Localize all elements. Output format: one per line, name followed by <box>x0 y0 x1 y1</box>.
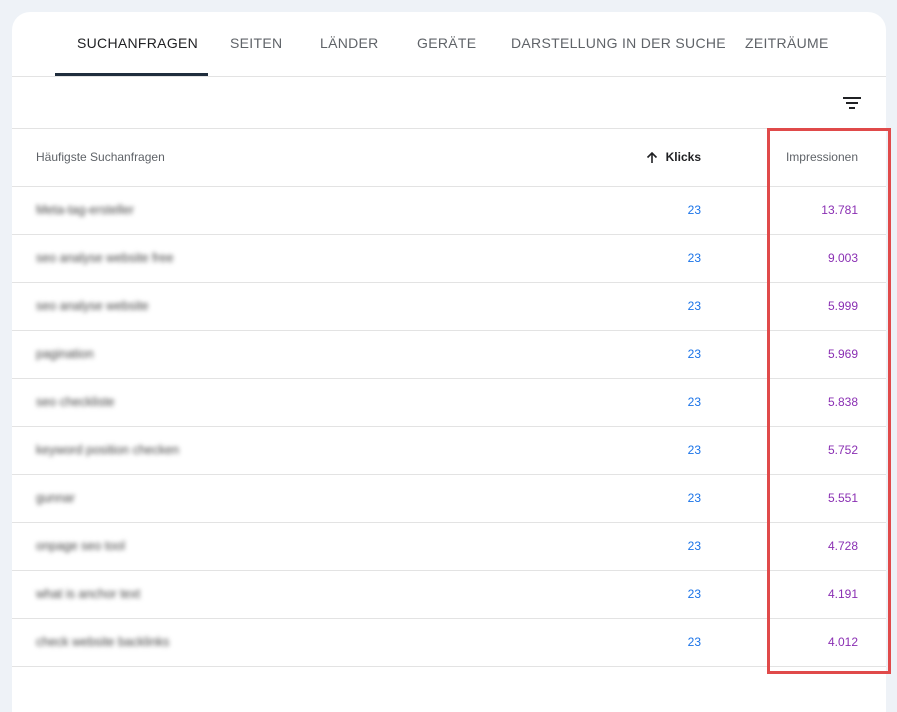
query-cell: seo analyse website <box>36 299 149 313</box>
table-row[interactable]: pagination 23 5.969 <box>12 331 886 379</box>
table-row[interactable]: what is anchor text 23 4.191 <box>12 571 886 619</box>
query-cell: seo checkliste <box>36 395 115 409</box>
table-row[interactable]: Meta-tag-ersteller 23 13.781 <box>12 187 886 235</box>
impressions-cell: 4.012 <box>827 635 858 649</box>
impressions-cell: 9.003 <box>827 251 858 265</box>
clicks-cell: 23 <box>687 395 701 409</box>
column-header-clicks[interactable]: Klicks <box>646 129 701 186</box>
report-tabs: SUCHANFRAGEN SEITEN LÄNDER GERÄTE DARSTE… <box>12 12 886 77</box>
query-cell: check website backlinks <box>36 635 170 649</box>
column-header-impressions[interactable]: Impressionen <box>786 129 858 186</box>
query-cell: pagination <box>36 347 94 361</box>
impressions-cell: 4.191 <box>827 587 858 601</box>
query-cell: gunnar <box>36 491 75 505</box>
clicks-cell: 23 <box>687 203 701 217</box>
clicks-cell: 23 <box>687 539 701 553</box>
column-header-query[interactable]: Häufigste Suchanfragen <box>36 129 165 186</box>
clicks-cell: 23 <box>687 443 701 457</box>
filter-button[interactable] <box>838 89 866 117</box>
tab-zeitraeume[interactable]: ZEITRÄUME <box>745 12 829 76</box>
query-cell: what is anchor text <box>36 587 141 601</box>
tab-geraete[interactable]: GERÄTE <box>417 12 476 76</box>
clicks-cell: 23 <box>687 635 701 649</box>
clicks-cell: 23 <box>687 251 701 265</box>
query-cell: Meta-tag-ersteller <box>36 203 134 217</box>
query-cell: keyword position checken <box>36 443 180 457</box>
table-row[interactable]: check website backlinks 23 4.012 <box>12 619 886 667</box>
table-row[interactable]: gunnar 23 5.551 <box>12 475 886 523</box>
table-row[interactable]: seo analyse website free 23 9.003 <box>12 235 886 283</box>
impressions-cell: 5.752 <box>827 443 858 457</box>
impressions-cell: 4.728 <box>827 539 858 553</box>
tab-suchanfragen[interactable]: SUCHANFRAGEN <box>77 12 198 76</box>
clicks-cell: 23 <box>687 587 701 601</box>
query-cell: seo analyse website free <box>36 251 174 265</box>
table-row[interactable]: seo checkliste 23 5.838 <box>12 379 886 427</box>
active-tab-indicator <box>55 73 208 76</box>
table-row[interactable]: onpage seo tool 23 4.728 <box>12 523 886 571</box>
performance-report-card: SUCHANFRAGEN SEITEN LÄNDER GERÄTE DARSTE… <box>12 12 886 712</box>
impressions-cell: 5.999 <box>827 299 858 313</box>
impressions-cell: 5.969 <box>827 347 858 361</box>
clicks-cell: 23 <box>687 491 701 505</box>
arrow-up-icon <box>646 151 657 163</box>
clicks-cell: 23 <box>687 347 701 361</box>
tab-laender[interactable]: LÄNDER <box>320 12 379 76</box>
column-header-clicks-label: Klicks <box>665 150 701 164</box>
table-header: Häufigste Suchanfragen Klicks Impression… <box>12 129 886 187</box>
table-row[interactable]: seo analyse website 23 5.999 <box>12 283 886 331</box>
query-cell: onpage seo tool <box>36 539 125 553</box>
tab-darstellung-in-der-suche[interactable]: DARSTELLUNG IN DER SUCHE <box>511 12 726 76</box>
clicks-cell: 23 <box>687 299 701 313</box>
table-row[interactable]: keyword position checken 23 5.752 <box>12 427 886 475</box>
tab-seiten[interactable]: SEITEN <box>230 12 282 76</box>
impressions-cell: 13.781 <box>821 203 858 217</box>
impressions-cell: 5.551 <box>827 491 858 505</box>
table-toolbar <box>12 77 886 129</box>
impressions-cell: 5.838 <box>827 395 858 409</box>
filter-list-icon <box>843 97 861 109</box>
